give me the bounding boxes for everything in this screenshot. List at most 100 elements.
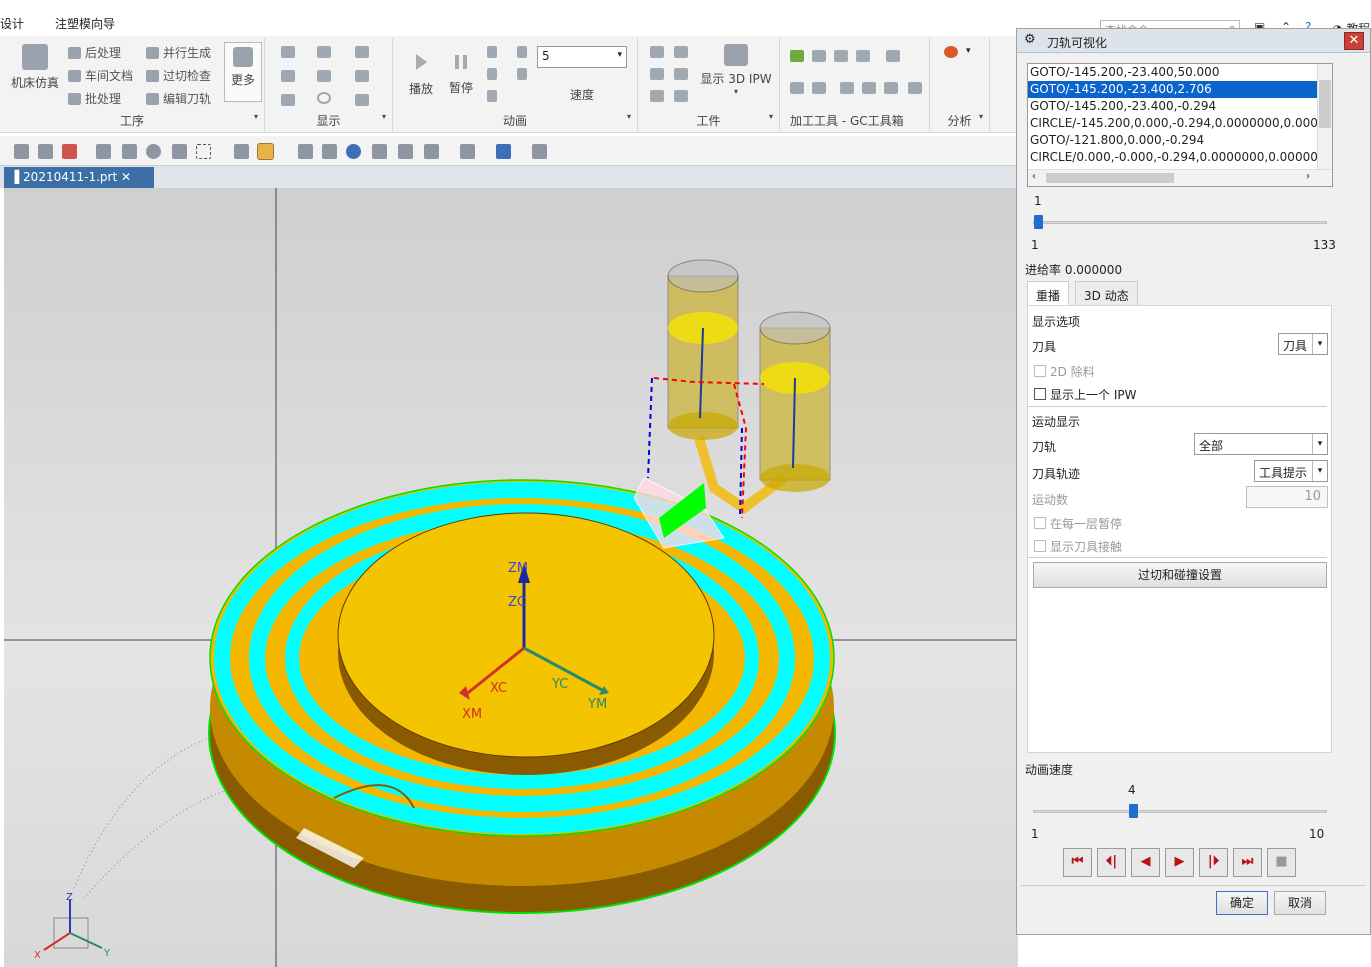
batch-button[interactable]: 批处理	[68, 90, 121, 107]
ipw-icon[interactable]	[674, 46, 688, 58]
close-icon[interactable]: ✕	[121, 170, 131, 184]
show-tool-contact-checkbox[interactable]	[1034, 540, 1046, 552]
cube-icon[interactable]	[234, 144, 249, 159]
toolpath-list-item[interactable]: CIRCLE/0.000,-0.000,-0.294,0.0000000,0.0…	[1028, 149, 1332, 166]
chevron-down-icon[interactable]: ▾	[966, 46, 971, 56]
toolpath-list-item[interactable]: GOTO/-145.200,-23.400,2.706	[1028, 81, 1332, 98]
display-icon[interactable]	[355, 94, 369, 106]
close-icon[interactable]: ✕	[1344, 32, 1364, 50]
ipw-icon[interactable]	[650, 90, 664, 102]
play-button[interactable]: 播放	[403, 48, 439, 97]
more-button[interactable]: 更多	[224, 42, 262, 102]
gc-tool-icon[interactable]	[790, 82, 804, 94]
analysis-icon[interactable]	[944, 46, 958, 58]
toolpath-display-select[interactable]: 全部 ▾	[1194, 433, 1328, 455]
play-forward-button[interactable]: ▶	[1165, 848, 1194, 877]
tab-replay[interactable]: 重播	[1027, 281, 1070, 305]
filter-icon[interactable]	[38, 144, 53, 159]
gc-tool-icon[interactable]	[886, 50, 900, 62]
toolpath-list-item[interactable]: GOTO/-145.200,-23.400,-0.294	[1028, 98, 1332, 115]
show-3d-ipw-button[interactable]: 显示 3D IPW ▾	[696, 44, 776, 96]
display-icon[interactable]	[281, 70, 295, 82]
cancel-button[interactable]: 取消	[1274, 891, 1326, 915]
ipw-icon[interactable]	[674, 68, 688, 80]
menu-design[interactable]: 设计	[0, 15, 24, 32]
tool-trace-select[interactable]: 工具提示 ▾	[1254, 460, 1328, 482]
cube-active-icon[interactable]	[257, 143, 274, 160]
view-icon[interactable]	[424, 144, 439, 159]
gc-tool-icon[interactable]	[812, 82, 826, 94]
step-icon[interactable]	[517, 46, 527, 58]
ok-button[interactable]: 确定	[1216, 891, 1268, 915]
slider-thumb[interactable]	[1034, 215, 1043, 229]
toolpath-list-item[interactable]: GOTO/-145.200,-23.400,50.000	[1028, 64, 1332, 81]
menu-mold-wizard[interactable]: 注塑模向导	[55, 15, 115, 32]
horizontal-scrollbar[interactable]: ‹ ›	[1028, 169, 1332, 186]
edit-toolpath-button[interactable]: 编辑刀轨	[146, 90, 211, 107]
graphics-viewport[interactable]: ZM ZC XC XM YC YM Z X Y	[4, 188, 1018, 967]
step-icon[interactable]	[487, 46, 497, 58]
gouge-check-button[interactable]: 过切检查	[146, 67, 211, 84]
forward-to-end-button[interactable]: ⏭	[1233, 848, 1262, 877]
gc-tool-icon[interactable]	[862, 82, 876, 94]
snap-icon[interactable]	[122, 144, 137, 159]
gc-tool-icon[interactable]	[884, 82, 898, 94]
anim-speed-slider[interactable]	[1033, 804, 1327, 818]
pause-each-layer-checkbox[interactable]	[1034, 517, 1046, 529]
view-icon[interactable]	[322, 144, 337, 159]
gc-tool-icon[interactable]	[812, 50, 826, 62]
display-icon[interactable]	[281, 46, 295, 58]
motion-count-input[interactable]: 10	[1246, 486, 1328, 508]
step-back-button[interactable]: ⏴|	[1097, 848, 1126, 877]
snap-icon[interactable]	[96, 144, 111, 159]
display-icon[interactable]	[317, 46, 331, 58]
play-backward-button[interactable]: ◀	[1131, 848, 1160, 877]
tab-3d-dynamic[interactable]: 3D 动态	[1075, 281, 1138, 305]
snap-icon[interactable]	[62, 144, 77, 159]
gouge-collision-settings-button[interactable]: 过切和碰撞设置	[1033, 562, 1327, 588]
document-tab[interactable]: ▐ 20210411-1.prt ✕	[4, 167, 154, 188]
view-icon[interactable]	[532, 144, 547, 159]
ipw-icon[interactable]	[650, 46, 664, 58]
parallel-gen-button[interactable]: 并行生成	[146, 44, 211, 61]
shop-doc-button[interactable]: 车间文档	[68, 67, 133, 84]
render-icon[interactable]	[496, 144, 511, 159]
ipw-icon[interactable]	[650, 68, 664, 80]
gc-tool-icon[interactable]	[840, 82, 854, 94]
display-icon[interactable]	[281, 94, 295, 106]
postprocess-button[interactable]: 后处理	[68, 44, 121, 61]
show-prev-ipw-checkbox[interactable]	[1034, 388, 1046, 400]
snap-icon[interactable]	[172, 144, 187, 159]
box-select-icon[interactable]	[196, 144, 211, 159]
shade-icon[interactable]	[460, 144, 475, 159]
speed-select[interactable]: 5 ▾	[537, 46, 627, 68]
toolpath-listbox[interactable]: GOTO/-145.200,-23.400,50.000 GOTO/-145.20…	[1027, 63, 1333, 187]
remove-2d-checkbox[interactable]	[1034, 365, 1046, 377]
gc-check-icon[interactable]	[790, 50, 804, 62]
gc-tool-icon[interactable]	[834, 50, 848, 62]
pause-button[interactable]: 暂停	[443, 48, 479, 96]
gc-tool-icon[interactable]	[856, 50, 870, 62]
toolpath-list-item[interactable]: CIRCLE/-145.200,0.000,-0.294,0.0000000,0…	[1028, 115, 1332, 132]
step-icon[interactable]	[487, 68, 497, 80]
step-icon[interactable]	[517, 68, 527, 80]
view-icon[interactable]	[298, 144, 313, 159]
scroll-thumb[interactable]	[1046, 173, 1174, 183]
scroll-thumb[interactable]	[1319, 80, 1331, 128]
stop-button[interactable]: ■	[1267, 848, 1296, 877]
hexagon-icon[interactable]	[146, 144, 161, 159]
toolpath-list-item[interactable]: GOTO/-121.800,0.000,-0.294	[1028, 132, 1332, 149]
machine-sim-button[interactable]: 机床仿真	[10, 44, 60, 91]
view-icon[interactable]	[398, 144, 413, 159]
rotate-icon[interactable]	[346, 144, 361, 159]
ipw-icon[interactable]	[674, 90, 688, 102]
display-icon[interactable]	[317, 70, 331, 82]
slider-thumb[interactable]	[1128, 804, 1138, 818]
circle-icon[interactable]	[317, 92, 331, 104]
select-icon[interactable]	[14, 144, 29, 159]
step-icon[interactable]	[487, 90, 497, 102]
step-forward-button[interactable]: |⏵	[1199, 848, 1228, 877]
view-icon[interactable]	[372, 144, 387, 159]
part-model-view[interactable]: ZM ZC XC XM YC YM Z X Y	[4, 188, 1018, 967]
display-icon[interactable]	[355, 46, 369, 58]
